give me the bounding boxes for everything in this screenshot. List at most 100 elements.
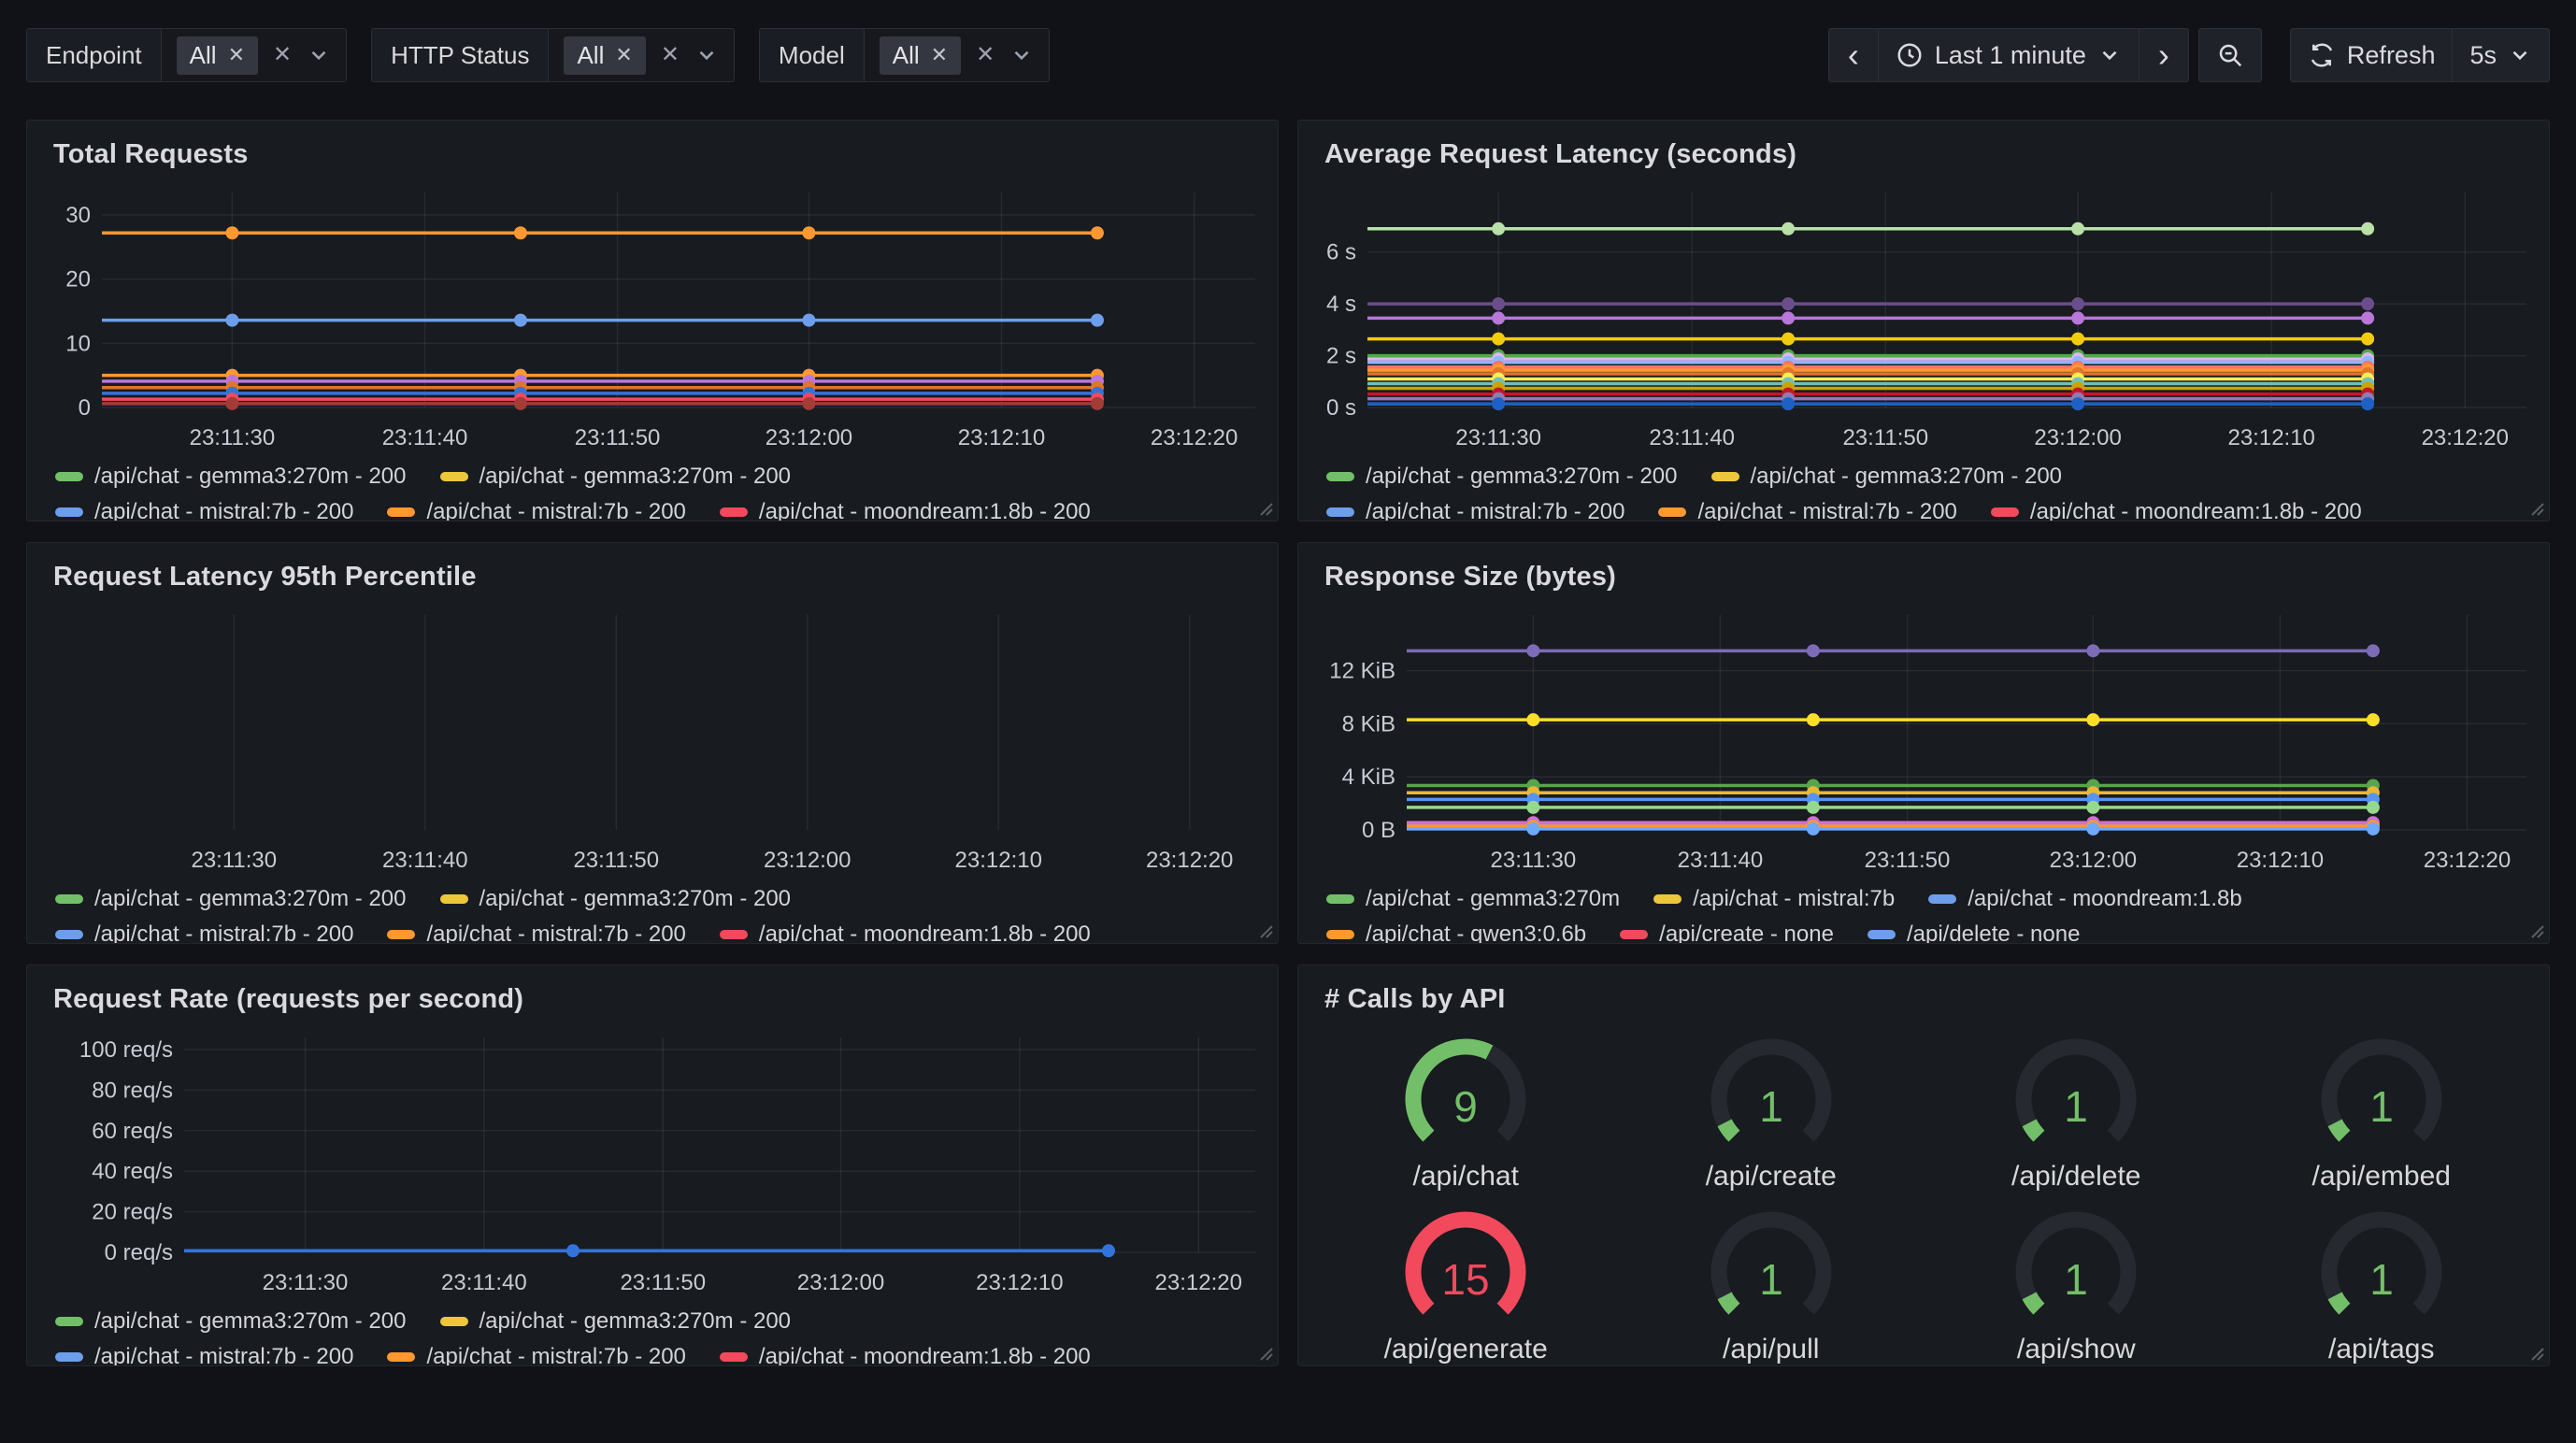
svg-text:4 KiB: 4 KiB — [1342, 764, 1395, 790]
series-color-chip — [1658, 507, 1686, 517]
legend-item[interactable]: /api/chat - gemma3:270m - 200 — [1711, 464, 2063, 490]
legend-item[interactable]: /api/chat - mistral:7b - 200 — [1658, 499, 1956, 521]
legend-item[interactable]: /api/chat - gemma3:270m - 200 — [55, 464, 407, 490]
legend-item[interactable]: /api/chat - mistral:7b - 200 — [387, 1344, 685, 1366]
svg-text:2 s: 2 s — [1326, 344, 1356, 369]
legend-item[interactable]: /api/chat - gemma3:270m - 200 — [440, 886, 792, 912]
filter-model-chip[interactable]: All✕ — [880, 36, 961, 75]
filter-endpoint: EndpointAll✕✕ — [26, 28, 347, 82]
series-color-chip — [1326, 894, 1354, 904]
clear-selection-icon[interactable]: ✕ — [976, 44, 995, 66]
gauge-api-tags: 1/api/tags — [2297, 1197, 2466, 1366]
legend-item[interactable]: /api/chat - moondream:1.8b — [1928, 886, 2242, 912]
series-color-chip — [1620, 930, 1648, 939]
series-label: /api/chat - gemma3:270m — [1366, 886, 1620, 912]
series-label: /api/chat - mistral:7b - 200 — [94, 1344, 353, 1366]
chip-remove-icon[interactable]: ✕ — [931, 43, 948, 67]
chip-remove-icon[interactable]: ✕ — [228, 43, 245, 67]
svg-text:60 req/s: 60 req/s — [92, 1119, 173, 1144]
legend-item[interactable]: /api/chat - moondream:1.8b - 200 — [1991, 499, 2362, 521]
gauge-value: 1 — [1759, 1082, 1783, 1131]
series-label: /api/create - none — [1659, 922, 1834, 944]
svg-text:0 B: 0 B — [1362, 818, 1395, 843]
time-range-picker[interactable]: Last 1 minute — [1878, 28, 2140, 82]
filter-http-status-value[interactable]: All✕✕ — [549, 29, 733, 81]
panel-title: Average Request Latency (seconds) — [1324, 139, 2534, 170]
gauge-value: 1 — [2369, 1255, 2394, 1304]
legend-item[interactable]: /api/chat - gemma3:270m - 200 — [440, 1308, 792, 1335]
chevron-down-icon[interactable] — [694, 43, 719, 67]
filter-model-value[interactable]: All✕✕ — [865, 29, 1049, 81]
legend-item[interactable]: /api/chat - mistral:7b - 200 — [387, 922, 685, 944]
svg-text:30: 30 — [65, 203, 91, 228]
zoom-out-time-button[interactable] — [2198, 28, 2262, 82]
filter-model-label: Model — [760, 29, 865, 81]
filter-http-status-chip[interactable]: All✕ — [564, 36, 645, 75]
svg-text:8 KiB: 8 KiB — [1342, 711, 1395, 736]
series-color-chip — [1711, 472, 1739, 481]
svg-text:12 KiB: 12 KiB — [1329, 659, 1395, 684]
panel-resize-handle[interactable] — [1255, 498, 1274, 517]
legend-item[interactable]: /api/chat - mistral:7b - 200 — [55, 499, 353, 521]
svg-text:23:11:50: 23:11:50 — [573, 848, 659, 873]
gauge-arc: 1 — [1992, 1197, 2160, 1336]
chevron-down-icon[interactable] — [1009, 43, 1034, 67]
clear-selection-icon[interactable]: ✕ — [273, 44, 292, 66]
svg-text:23:12:20: 23:12:20 — [1155, 1270, 1242, 1295]
legend-row: /api/chat - mistral:7b - 200/api/chat - … — [1326, 499, 2534, 521]
gauge-value: 1 — [1759, 1255, 1783, 1304]
series-label: /api/chat - mistral:7b - 200 — [426, 922, 685, 944]
p95-latency-chart[interactable]: 23:11:3023:11:4023:11:5023:12:0023:12:10… — [42, 602, 1263, 882]
legend-item[interactable]: /api/chat - qwen3:0.6b — [1326, 922, 1586, 944]
avg-latency-chart[interactable]: 23:11:3023:11:4023:11:5023:12:0023:12:10… — [1313, 179, 2534, 460]
legend-item[interactable]: /api/chat - gemma3:270m — [1326, 886, 1620, 912]
legend-item[interactable]: /api/create - none — [1620, 922, 1834, 944]
request-rate-legend: /api/chat - gemma3:270m - 200/api/chat -… — [55, 1308, 1263, 1366]
legend-item[interactable]: /api/chat - gemma3:270m - 200 — [55, 1308, 407, 1335]
svg-text:4 s: 4 s — [1326, 292, 1356, 317]
refresh-interval-dropdown[interactable]: 5s — [2452, 28, 2550, 82]
gauge-arc: 1 — [1992, 1024, 2160, 1163]
legend-item[interactable]: /api/delete - none — [1868, 922, 2080, 944]
series-label: /api/chat - gemma3:270m - 200 — [479, 1308, 792, 1335]
series-label: /api/chat - gemma3:270m - 200 — [1366, 464, 1678, 490]
panel-resize-handle[interactable] — [2526, 498, 2545, 517]
chevron-down-icon — [2097, 43, 2122, 67]
filter-endpoint-label: Endpoint — [27, 29, 162, 81]
clear-selection-icon[interactable]: ✕ — [661, 44, 680, 66]
legend-item[interactable]: /api/chat - gemma3:270m - 200 — [1326, 464, 1678, 490]
legend-item[interactable]: /api/chat - moondream:1.8b - 200 — [720, 499, 1091, 521]
svg-text:23:11:40: 23:11:40 — [382, 848, 468, 873]
panel-resize-handle[interactable] — [1255, 921, 1274, 939]
series-color-chip — [55, 1317, 83, 1326]
chip-remove-icon[interactable]: ✕ — [615, 43, 632, 67]
legend-item[interactable]: /api/chat - mistral:7b - 200 — [55, 922, 353, 944]
legend-item[interactable]: /api/chat - moondream:1.8b - 200 — [720, 1344, 1091, 1366]
legend-item[interactable]: /api/chat - mistral:7b - 200 — [55, 1344, 353, 1366]
filter-endpoint-chip[interactable]: All✕ — [177, 36, 258, 75]
request-rate-chart[interactable]: 23:11:3023:11:4023:11:5023:12:0023:12:10… — [42, 1024, 1263, 1305]
panel-resize-handle[interactable] — [2526, 1343, 2545, 1362]
gauge-value: 15 — [1442, 1255, 1490, 1304]
total-requests-chart[interactable]: 23:11:3023:11:4023:11:5023:12:0023:12:10… — [42, 179, 1263, 460]
panel-resize-handle[interactable] — [1255, 1343, 1274, 1362]
series-color-chip — [720, 507, 748, 517]
legend-item[interactable]: /api/chat - gemma3:270m - 200 — [55, 886, 407, 912]
response-size-chart[interactable]: 23:11:3023:11:4023:11:5023:12:0023:12:10… — [1313, 602, 2534, 882]
legend-item[interactable]: /api/chat - moondream:1.8b - 200 — [720, 922, 1091, 944]
time-shift-forward-button[interactable]: › — [2139, 28, 2189, 82]
legend-item[interactable]: /api/chat - mistral:7b — [1653, 886, 1895, 912]
time-shift-back-button[interactable]: ‹ — [1828, 28, 1879, 82]
magnifier-minus-icon — [2216, 41, 2244, 69]
legend-item[interactable]: /api/chat - mistral:7b - 200 — [1326, 499, 1624, 521]
gauge-arc: 1 — [2297, 1024, 2466, 1163]
legend-item[interactable]: /api/chat - gemma3:270m - 200 — [440, 464, 792, 490]
refresh-button[interactable]: Refresh — [2290, 28, 2454, 82]
svg-text:23:11:50: 23:11:50 — [575, 425, 661, 450]
legend-item[interactable]: /api/chat - mistral:7b - 200 — [387, 499, 685, 521]
chevron-down-icon[interactable] — [307, 43, 331, 67]
panel-resize-handle[interactable] — [2526, 921, 2545, 939]
filter-endpoint-value[interactable]: All✕✕ — [162, 29, 346, 81]
svg-text:0 req/s: 0 req/s — [105, 1240, 173, 1265]
gauge-label: /api/show — [2017, 1334, 2136, 1365]
